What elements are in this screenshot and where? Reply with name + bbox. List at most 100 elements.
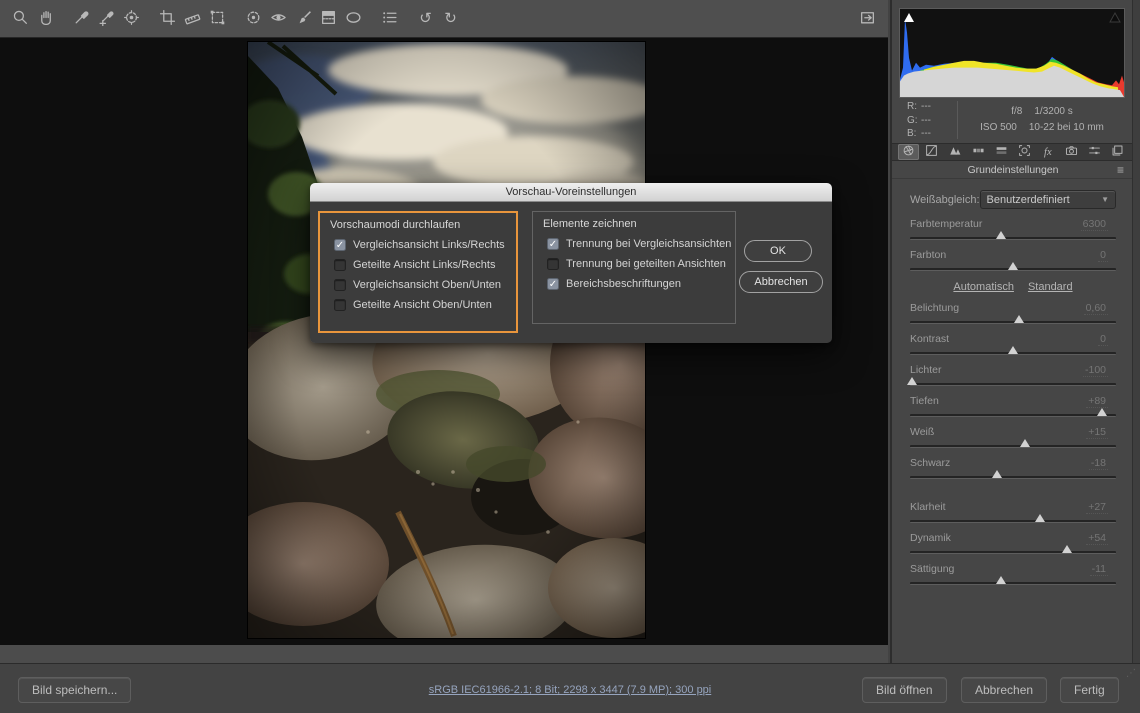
adjustment-brush-tool-icon [295, 9, 312, 29]
tab-tone-curve[interactable] [921, 144, 942, 160]
slider-thumb[interactable] [1062, 545, 1072, 553]
checkbox-checked-icon[interactable]: ✓ [547, 238, 559, 250]
zoom-tool[interactable] [8, 6, 33, 31]
tab-basic[interactable] [898, 144, 919, 160]
hand-tool[interactable] [33, 6, 58, 31]
slider-thumb[interactable] [1035, 514, 1045, 522]
done-button[interactable]: Fertig [1060, 677, 1119, 703]
slider-track-temperature[interactable] [910, 237, 1116, 240]
slider-track-vibrance[interactable] [910, 551, 1116, 554]
white-balance-select[interactable]: Benutzerdefiniert ▼ [980, 190, 1117, 209]
g-label: G: [907, 114, 921, 128]
checkbox-compare-top-bottom[interactable]: ✓Vergleichsansicht Oben/Unten [334, 279, 516, 291]
slider-value[interactable]: 0 [1098, 333, 1108, 346]
crop-tool[interactable] [155, 6, 180, 31]
straighten-tool[interactable] [180, 6, 205, 31]
slider-track-exposure[interactable] [910, 321, 1116, 324]
targeted-adjustment-tool[interactable] [119, 6, 144, 31]
slider-thumb[interactable] [907, 377, 917, 385]
checkbox-divider-compare-views[interactable]: ✓Trennung bei Vergleichsansichten [547, 238, 735, 250]
slider-row-clarity: Klarheit+27 [910, 501, 1108, 514]
tab-effects[interactable]: fx [1037, 144, 1058, 160]
toggle-fullscreen-button[interactable] [855, 6, 880, 31]
slider-value[interactable]: +54 [1086, 532, 1108, 545]
spot-removal-tool[interactable] [241, 6, 266, 31]
slider-value[interactable]: +27 [1086, 501, 1108, 514]
checkbox-divider-split-views[interactable]: ✓ Trennung bei geteilten Ansichten [547, 258, 735, 270]
lens-corrections-icon [1017, 144, 1032, 160]
checkbox-checked-icon[interactable]: ✓ [334, 239, 346, 251]
adjustment-brush-tool[interactable] [291, 6, 316, 31]
hsl-icon [971, 144, 986, 160]
tab-split-toning[interactable] [991, 144, 1012, 160]
hamburger-menu-icon[interactable]: ≡ [1117, 162, 1124, 179]
tab-presets[interactable] [1084, 144, 1105, 160]
preview-preferences-dialog: Vorschau-Voreinstellungen Vorschaumodi d… [310, 183, 832, 343]
shadow-clipping-indicator[interactable] [901, 10, 917, 24]
slider-label: Farbtemperatur [910, 218, 982, 230]
white-balance-tool[interactable] [69, 6, 94, 31]
tab-camera-calibration[interactable] [1060, 144, 1081, 160]
checkbox-unchecked-icon[interactable]: ✓ [334, 279, 346, 291]
open-image-button[interactable]: Bild öffnen [862, 677, 947, 703]
slider-thumb[interactable] [1020, 439, 1030, 447]
rotate-right-tool[interactable]: ↻ [438, 6, 463, 31]
workflow-options-link[interactable]: sRGB IEC61966-2.1; 8 Bit; 2298 x 3447 (7… [429, 684, 712, 696]
slider-value[interactable]: -100 [1083, 364, 1108, 377]
checkbox-pane-labels[interactable]: ✓ Bereichsbeschriftungen [547, 278, 735, 290]
slider-thumb[interactable] [996, 576, 1006, 584]
slider-track-whites[interactable] [910, 445, 1116, 448]
checkbox-unchecked-icon[interactable]: ✓ [334, 299, 346, 311]
slider-value[interactable]: +15 [1086, 426, 1108, 439]
slider-track-contrast[interactable] [910, 352, 1116, 355]
slider-value[interactable]: -11 [1090, 563, 1108, 576]
graduated-filter-tool[interactable] [316, 6, 341, 31]
cancel-button[interactable]: Abbrechen [739, 271, 823, 293]
slider-value[interactable]: +89 [1086, 395, 1108, 408]
preferences-tool[interactable] [377, 6, 402, 31]
slider-value[interactable]: 0 [1098, 249, 1108, 262]
slider-track-shadows[interactable] [910, 414, 1116, 417]
checkbox-label: Trennung bei geteilten Ansichten [566, 258, 726, 270]
slider-track-saturation[interactable] [910, 582, 1116, 585]
slider-value[interactable]: -18 [1089, 457, 1108, 470]
slider-thumb[interactable] [992, 470, 1002, 478]
tab-lens-corrections[interactable] [1014, 144, 1035, 160]
red-eye-tool[interactable] [266, 6, 291, 31]
rotate-left-tool[interactable]: ↺ [413, 6, 438, 31]
radial-filter-tool[interactable] [341, 6, 366, 31]
slider-track-clarity[interactable] [910, 520, 1116, 523]
checkbox-split-left-right[interactable]: ✓Geteilte Ansicht Links/Rechts [334, 259, 516, 271]
color-sampler-tool[interactable] [94, 6, 119, 31]
slider-value[interactable]: 6300 [1081, 218, 1108, 231]
tab-snapshots[interactable] [1107, 144, 1128, 160]
slider-value[interactable]: 0,60 [1084, 302, 1108, 315]
transform-tool[interactable] [205, 6, 230, 31]
slider-track-tint[interactable] [910, 268, 1116, 271]
cancel-button[interactable]: Abbrechen [961, 677, 1047, 703]
panel-scrollbar[interactable] [1132, 0, 1140, 663]
checkbox-split-top-bottom[interactable]: ✓Geteilte Ansicht Oben/Unten [334, 299, 516, 311]
slider-track-highlights[interactable] [910, 383, 1116, 386]
resize-grip-icon[interactable]: ⋰ [1126, 668, 1136, 679]
g-value: --- [921, 115, 931, 126]
auto-link[interactable]: Automatisch [953, 281, 1014, 293]
slider-thumb[interactable] [996, 231, 1006, 239]
highlight-clipping-indicator[interactable] [1107, 10, 1123, 24]
slider-thumb[interactable] [1008, 346, 1018, 354]
checkbox-checked-icon[interactable]: ✓ [547, 278, 559, 290]
ok-button[interactable]: OK [744, 240, 812, 262]
tab-hsl-grayscale[interactable] [968, 144, 989, 160]
slider-track-blacks[interactable] [910, 476, 1116, 479]
default-link[interactable]: Standard [1028, 281, 1073, 293]
slider-thumb[interactable] [1014, 315, 1024, 323]
slider-thumb[interactable] [1008, 262, 1018, 270]
checkbox-unchecked-icon[interactable]: ✓ [547, 258, 559, 270]
checkbox-compare-left-right[interactable]: ✓Vergleichsansicht Links/Rechts [334, 239, 516, 251]
tab-detail[interactable] [944, 144, 965, 160]
histogram[interactable] [899, 8, 1125, 98]
slider-row-tint: Farbton0 [910, 249, 1108, 262]
checkbox-label: Bereichsbeschriftungen [566, 278, 681, 290]
slider-thumb[interactable] [1097, 408, 1107, 416]
checkbox-unchecked-icon[interactable]: ✓ [334, 259, 346, 271]
